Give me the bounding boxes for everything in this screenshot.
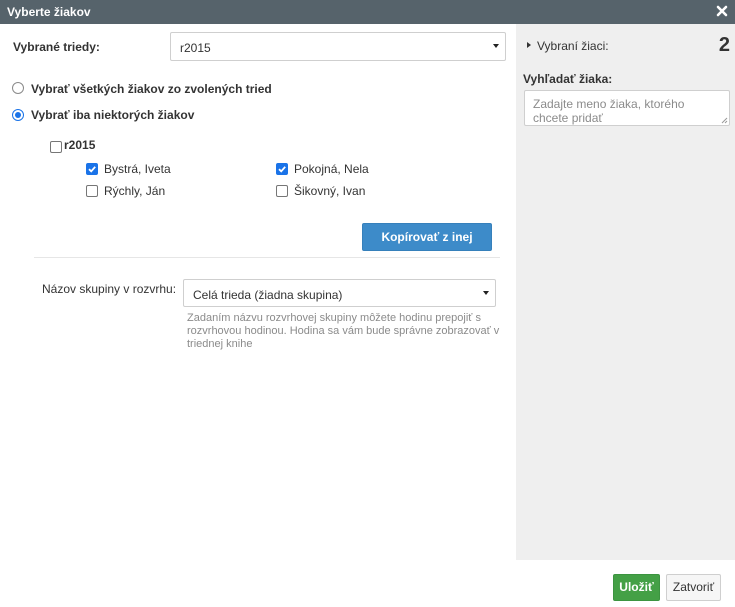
classes-label: Vybrané triedy:: [13, 40, 100, 54]
save-button[interactable]: Uložiť: [613, 574, 660, 601]
radio-all-students[interactable]: [12, 82, 24, 94]
divider: [34, 257, 500, 258]
schedule-group-hint: Zadaním názvu rozvrhovej skupiny môžete …: [187, 312, 500, 350]
chevron-down-icon: [483, 291, 489, 295]
student-name[interactable]: Pokojná, Nela: [294, 162, 369, 176]
checkbox-student[interactable]: [86, 185, 98, 197]
selected-students-label[interactable]: Vybraní žiaci:: [537, 39, 609, 53]
student-name[interactable]: Rýchly, Ján: [104, 184, 165, 198]
checkbox-student[interactable]: [276, 163, 288, 175]
radio-all-students-label[interactable]: Vybrať všetkých žiakov zo zvolených trie…: [31, 82, 272, 96]
checkbox-class-group[interactable]: [50, 141, 62, 153]
search-student-input[interactable]: Zadajte meno žiaka, ktorého chcete prida…: [524, 90, 730, 126]
dialog-title: Vyberte žiakov: [7, 5, 91, 19]
class-group-label: r2015: [64, 138, 96, 152]
schedule-group-select-value: Celá trieda (žiadna skupina): [193, 288, 343, 302]
check-icon: [88, 166, 96, 173]
resize-grip-icon[interactable]: [721, 117, 728, 124]
close-icon[interactable]: [715, 4, 729, 18]
copy-from-lesson-button[interactable]: Kopírovať z inej hodiny: [362, 223, 492, 270]
dialog-titlebar: Vyberte žiakov: [0, 0, 735, 24]
chevron-down-icon: [493, 44, 499, 48]
checkbox-student[interactable]: [276, 185, 288, 197]
student-name[interactable]: Bystrá, Iveta: [104, 162, 171, 176]
classes-select[interactable]: r2015: [170, 32, 506, 61]
radio-some-students-label[interactable]: Vybrať iba niektorých žiakov: [31, 108, 194, 122]
schedule-group-select[interactable]: Celá trieda (žiadna skupina): [183, 279, 496, 307]
caret-right-icon[interactable]: [527, 42, 531, 48]
check-icon: [278, 166, 286, 173]
selected-count: 2: [718, 34, 730, 56]
schedule-group-label: Názov skupiny v rozvrhu:: [42, 282, 177, 296]
search-placeholder: Zadajte meno žiaka, ktorého chcete prida…: [533, 97, 685, 125]
main-panel: Vybrané triedy: r2015 Vybrať všetkých ži…: [0, 24, 516, 560]
student-name[interactable]: Šikovný, Ivan: [294, 184, 365, 198]
sidebar: Vybraní žiaci: 2 Vyhľadať žiaka: Zadajte…: [516, 24, 735, 560]
close-button[interactable]: Zatvoriť: [666, 574, 721, 601]
radio-some-students[interactable]: [12, 109, 24, 121]
search-label: Vyhľadať žiaka:: [523, 72, 613, 86]
classes-select-value: r2015: [180, 41, 211, 55]
checkbox-student[interactable]: [86, 163, 98, 175]
